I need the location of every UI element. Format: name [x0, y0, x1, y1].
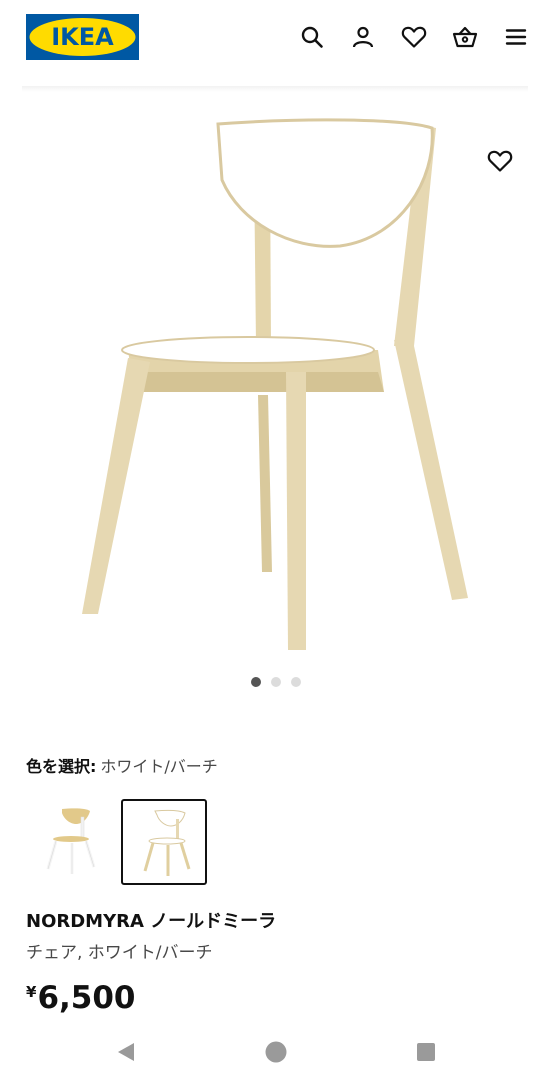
product-name: NORDMYRA ノールドミーラ	[26, 911, 277, 932]
product-price: ¥ 6,500	[26, 978, 136, 1018]
back-icon[interactable]	[112, 1038, 140, 1066]
home-icon[interactable]	[262, 1038, 290, 1066]
gallery-pagination	[0, 677, 551, 687]
chair-illustration	[82, 118, 468, 650]
add-to-favourites-icon[interactable]	[485, 146, 515, 176]
basket-icon[interactable]	[448, 20, 482, 54]
site-header: IKEA	[0, 0, 551, 88]
price-currency: ¥	[26, 983, 37, 1001]
user-icon[interactable]	[346, 20, 380, 54]
heart-icon[interactable]	[397, 20, 431, 54]
price-amount: 6,500	[37, 980, 136, 1016]
ikea-logo[interactable]: IKEA	[26, 14, 139, 60]
gallery-dot-3[interactable]	[290, 677, 301, 687]
product-image[interactable]	[0, 100, 551, 660]
logo-text: IKEA	[51, 23, 114, 51]
header-divider	[22, 86, 528, 92]
gallery-dot-1[interactable]	[250, 677, 261, 687]
menu-icon[interactable]	[499, 20, 533, 54]
color-select-line: 色を選択: ホワイト/バーチ	[26, 756, 218, 778]
system-navigation-bar	[0, 1024, 551, 1080]
search-icon[interactable]	[295, 20, 329, 54]
recent-apps-icon[interactable]	[412, 1038, 440, 1066]
header-icon-bar	[278, 20, 533, 54]
color-variant-white-birch-selected[interactable]	[121, 799, 207, 885]
color-select-label: 色を選択:	[26, 757, 97, 776]
product-description: チェア, ホワイト/バーチ	[26, 943, 213, 963]
color-variant-birch-white[interactable]	[26, 799, 112, 885]
color-select-value: ホワイト/バーチ	[100, 757, 218, 776]
gallery-dot-2[interactable]	[270, 677, 281, 687]
